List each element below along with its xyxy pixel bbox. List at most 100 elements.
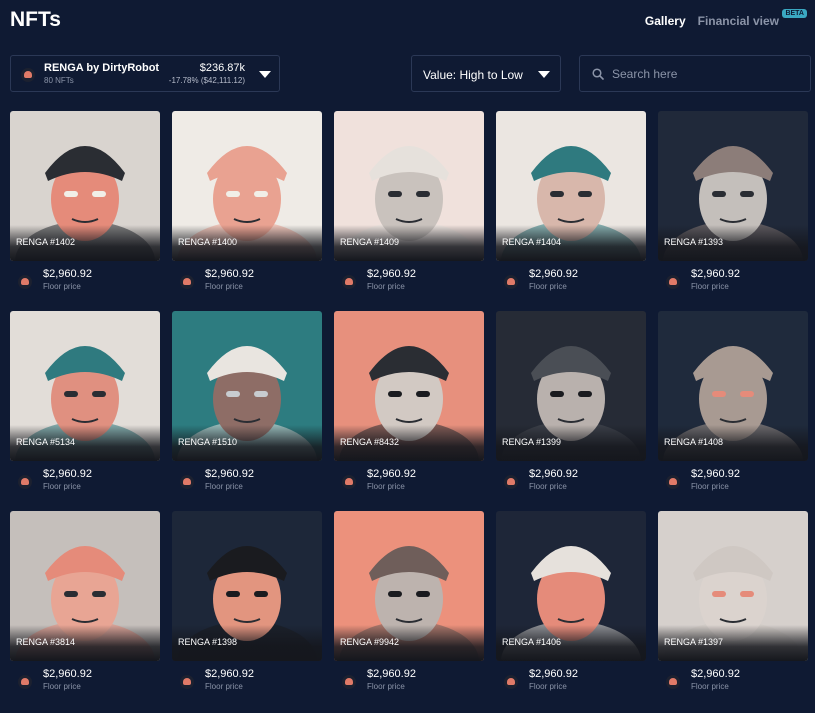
nft-artwork[interactable]: RENGA #1399 xyxy=(496,311,646,461)
nft-name: RENGA #1398 xyxy=(178,637,238,647)
nft-artwork[interactable]: RENGA #1404 xyxy=(496,111,646,261)
nft-name: RENGA #8432 xyxy=(340,437,400,447)
nft-artwork[interactable]: RENGA #1406 xyxy=(496,511,646,661)
floor-price-label: Floor price xyxy=(691,482,729,491)
floor-price-label: Floor price xyxy=(367,482,405,491)
nft-card[interactable]: RENGA #1404 $2,960.92 Floor price xyxy=(496,111,646,301)
floor-price-label: Floor price xyxy=(205,282,243,291)
collection-change: -17.78% ($42,111.12) xyxy=(168,76,245,85)
collection-avatar xyxy=(342,275,356,289)
nft-price: $2,960.92 xyxy=(43,668,92,680)
nft-artwork[interactable]: RENGA #1393 xyxy=(658,111,808,261)
nft-card[interactable]: RENGA #5134 $2,960.92 Floor price xyxy=(10,311,160,501)
page-title: NFTs xyxy=(10,8,61,31)
floor-price-label: Floor price xyxy=(691,282,729,291)
nft-name: RENGA #9942 xyxy=(340,637,400,647)
nft-artwork[interactable]: RENGA #3814 xyxy=(10,511,160,661)
nft-card[interactable]: RENGA #9942 $2,960.92 Floor price xyxy=(334,511,484,701)
chevron-down-icon[interactable] xyxy=(259,71,271,78)
nft-name: RENGA #1400 xyxy=(178,237,238,247)
nft-price: $2,960.92 xyxy=(691,468,740,480)
nft-card[interactable]: RENGA #1393 $2,960.92 Floor price xyxy=(658,111,808,301)
nft-card[interactable]: RENGA #1406 $2,960.92 Floor price xyxy=(496,511,646,701)
floor-price-label: Floor price xyxy=(43,682,81,691)
collection-avatar xyxy=(504,275,518,289)
nft-name: RENGA #1406 xyxy=(502,637,562,647)
collection-avatar xyxy=(666,275,680,289)
search-icon xyxy=(592,68,604,80)
nft-artwork[interactable]: RENGA #8432 xyxy=(334,311,484,461)
nft-price: $2,960.92 xyxy=(205,668,254,680)
nft-price: $2,960.92 xyxy=(529,468,578,480)
nft-card[interactable]: RENGA #1409 $2,960.92 Floor price xyxy=(334,111,484,301)
collection-name: RENGA by DirtyRobot xyxy=(44,62,160,74)
nft-card[interactable]: RENGA #1397 $2,960.92 Floor price xyxy=(658,511,808,701)
tab-gallery[interactable]: Gallery xyxy=(645,14,686,28)
nft-card[interactable]: RENGA #1398 $2,960.92 Floor price xyxy=(172,511,322,701)
nft-name: RENGA #1397 xyxy=(664,637,724,647)
nft-card[interactable]: RENGA #1402 $2,960.92 Floor price xyxy=(10,111,160,301)
collection-avatar xyxy=(21,68,35,82)
nft-name: RENGA #1408 xyxy=(664,437,724,447)
nft-price: $2,960.92 xyxy=(691,268,740,280)
collection-avatar xyxy=(666,675,680,689)
nft-card[interactable]: RENGA #1408 $2,960.92 Floor price xyxy=(658,311,808,501)
collection-avatar xyxy=(342,475,356,489)
nft-card[interactable]: RENGA #1399 $2,960.92 Floor price xyxy=(496,311,646,501)
nft-price: $2,960.92 xyxy=(205,468,254,480)
view-tabs: Gallery Financial view BETA xyxy=(645,9,807,28)
beta-badge: BETA xyxy=(782,9,807,18)
collection-avatar xyxy=(504,675,518,689)
floor-price-label: Floor price xyxy=(529,682,567,691)
nft-card[interactable]: RENGA #1400 $2,960.92 Floor price xyxy=(172,111,322,301)
nft-name: RENGA #1393 xyxy=(664,237,724,247)
collection-avatar xyxy=(666,475,680,489)
floor-price-label: Floor price xyxy=(43,482,81,491)
collection-value: $236.87k xyxy=(199,62,245,74)
chevron-down-icon[interactable] xyxy=(538,71,550,78)
nft-artwork[interactable]: RENGA #1408 xyxy=(658,311,808,461)
collection-avatar xyxy=(180,275,194,289)
floor-price-label: Floor price xyxy=(367,682,405,691)
search-box[interactable] xyxy=(579,55,811,92)
nft-price: $2,960.92 xyxy=(43,468,92,480)
collection-avatar xyxy=(18,275,32,289)
nft-card[interactable]: RENGA #1510 $2,960.92 Floor price xyxy=(172,311,322,501)
sort-label: Value: High to Low xyxy=(423,68,523,82)
nft-artwork[interactable]: RENGA #1409 xyxy=(334,111,484,261)
nft-artwork[interactable]: RENGA #1510 xyxy=(172,311,322,461)
nft-price: $2,960.92 xyxy=(691,668,740,680)
search-input[interactable] xyxy=(612,66,802,82)
nft-name: RENGA #1399 xyxy=(502,437,562,447)
tab-financial-view[interactable]: Financial view BETA xyxy=(698,9,807,28)
floor-price-label: Floor price xyxy=(205,482,243,491)
nft-artwork[interactable]: RENGA #9942 xyxy=(334,511,484,661)
collection-avatar xyxy=(18,675,32,689)
collection-avatar xyxy=(342,675,356,689)
nft-artwork[interactable]: RENGA #1402 xyxy=(10,111,160,261)
nft-name: RENGA #1404 xyxy=(502,237,562,247)
collection-selector[interactable]: RENGA by DirtyRobot 80 NFTs $236.87k -17… xyxy=(10,55,280,92)
sort-dropdown[interactable]: Value: High to Low xyxy=(411,55,561,92)
nft-artwork[interactable]: RENGA #1400 xyxy=(172,111,322,261)
nft-price: $2,960.92 xyxy=(367,468,416,480)
nft-name: RENGA #1510 xyxy=(178,437,238,447)
floor-price-label: Floor price xyxy=(529,482,567,491)
floor-price-label: Floor price xyxy=(367,282,405,291)
collection-avatar xyxy=(180,475,194,489)
nft-artwork[interactable]: RENGA #1397 xyxy=(658,511,808,661)
nft-price: $2,960.92 xyxy=(529,268,578,280)
nft-price: $2,960.92 xyxy=(367,668,416,680)
nft-artwork[interactable]: RENGA #1398 xyxy=(172,511,322,661)
floor-price-label: Floor price xyxy=(43,282,81,291)
nft-card[interactable]: RENGA #8432 $2,960.92 Floor price xyxy=(334,311,484,501)
nft-artwork[interactable]: RENGA #5134 xyxy=(10,311,160,461)
nft-price: $2,960.92 xyxy=(205,268,254,280)
nft-name: RENGA #1402 xyxy=(16,237,76,247)
nft-card[interactable]: RENGA #3814 $2,960.92 Floor price xyxy=(10,511,160,701)
nft-price: $2,960.92 xyxy=(43,268,92,280)
collection-avatar xyxy=(180,675,194,689)
collection-count: 80 NFTs xyxy=(44,76,74,85)
collection-avatar xyxy=(504,475,518,489)
nft-price: $2,960.92 xyxy=(529,668,578,680)
